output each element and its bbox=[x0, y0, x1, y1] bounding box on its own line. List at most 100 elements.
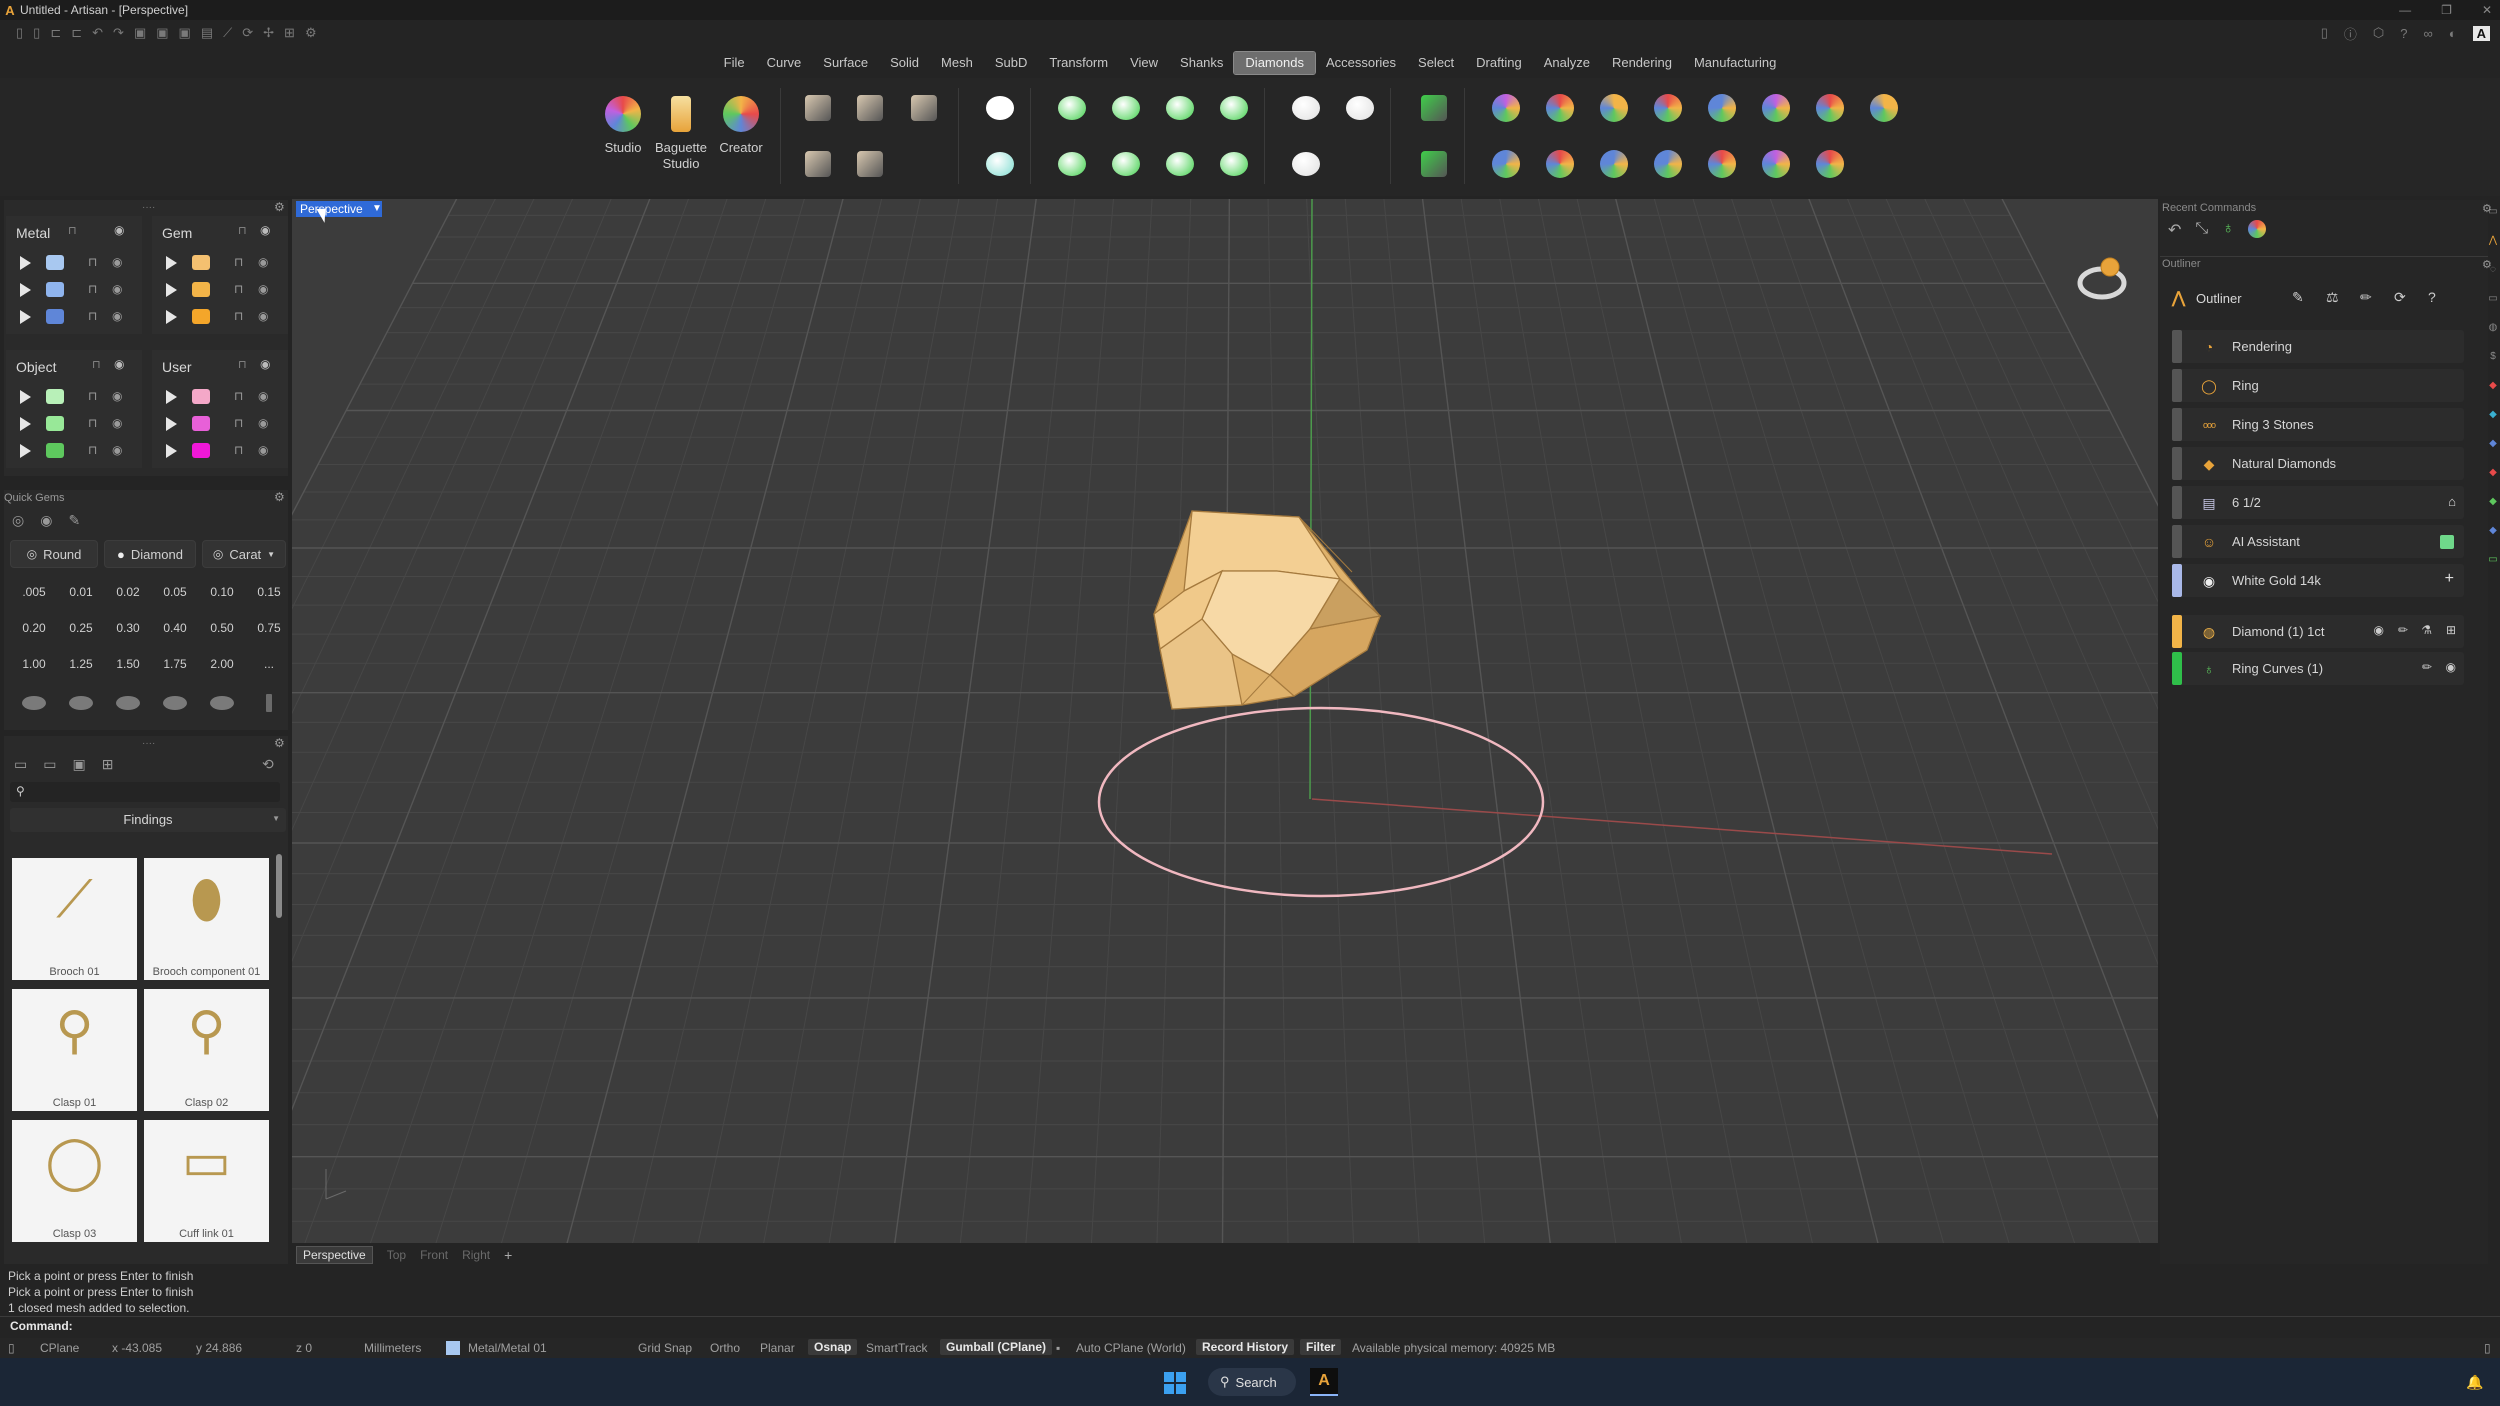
layer-row[interactable]: ⊓ ◉ bbox=[152, 277, 292, 304]
ribbon-tool-1-1-icon[interactable] bbox=[848, 142, 892, 186]
layers-icon[interactable]: ▤ bbox=[201, 25, 213, 41]
gumball-toggle[interactable]: Gumball (CPlane) bbox=[940, 1339, 1053, 1355]
carat-button[interactable]: 2.00 bbox=[202, 652, 242, 676]
save-icon[interactable]: ▣ bbox=[134, 25, 146, 41]
folder-add-icon[interactable]: ▭ bbox=[43, 756, 56, 773]
library-search-input[interactable]: ⚲ bbox=[10, 782, 280, 802]
side-tab-icon[interactable]: ⋀ bbox=[2489, 235, 2497, 246]
menu-file[interactable]: File bbox=[713, 52, 756, 74]
rotate-icon[interactable]: ⟳ bbox=[242, 25, 253, 41]
layer-visibility-icon[interactable]: ◉ bbox=[112, 416, 122, 430]
ring-size-icon[interactable]: ⌂ bbox=[2448, 494, 2456, 509]
layer-visibility-icon[interactable]: ◉ bbox=[112, 309, 122, 323]
ribbon-tool-3-1-icon[interactable] bbox=[978, 142, 1022, 186]
layer-visibility-icon[interactable]: ◉ bbox=[258, 309, 268, 323]
open-folder-icon[interactable]: ⊏ bbox=[71, 25, 82, 41]
layer-lock-icon[interactable]: ⊓ bbox=[88, 443, 97, 457]
template-icon[interactable]: ▯ bbox=[33, 25, 40, 41]
layer-row[interactable]: ⊓ ◉ bbox=[152, 250, 292, 277]
ortho-toggle[interactable]: Ortho bbox=[710, 1341, 740, 1355]
folder-icon[interactable]: ▭ bbox=[14, 756, 27, 773]
outliner-row[interactable]: ◉ White Gold 14k + bbox=[2172, 564, 2464, 597]
carat-button[interactable]: 0.01 bbox=[61, 580, 101, 604]
carat-button[interactable]: .005 bbox=[14, 580, 54, 604]
layer-color-swatch[interactable] bbox=[192, 309, 210, 324]
carat-button[interactable]: 0.15 bbox=[249, 580, 289, 604]
carat-button[interactable]: 1.25 bbox=[61, 652, 101, 676]
oval-tool-icon[interactable]: ◉ bbox=[40, 512, 52, 529]
panel-grip[interactable]: ···· bbox=[142, 738, 155, 749]
outliner-row[interactable]: ♁ Ring Curves (1) ◉ ✏ bbox=[2172, 652, 2464, 685]
menu-solid[interactable]: Solid bbox=[879, 52, 930, 74]
group-visibility-icon[interactable]: ◉ bbox=[114, 223, 124, 237]
refresh-icon[interactable]: ⟲ bbox=[262, 756, 274, 773]
menu-surface[interactable]: Surface bbox=[812, 52, 879, 74]
filter-toggle[interactable]: Filter bbox=[1300, 1339, 1342, 1355]
ribbon-tool-6-1-icon[interactable] bbox=[1158, 142, 1202, 186]
expand-arrow-icon[interactable] bbox=[166, 444, 177, 458]
close-button[interactable]: ✕ bbox=[2482, 3, 2492, 17]
taskbar-search[interactable]: ⚲ Search bbox=[1208, 1368, 1296, 1396]
layer-color-swatch[interactable] bbox=[46, 389, 64, 404]
library-item[interactable]: ◯ Clasp 03 bbox=[12, 1120, 137, 1242]
viewport-tab-right[interactable]: Right bbox=[462, 1248, 490, 1262]
side-tab-icon[interactable]: ◆ bbox=[2489, 409, 2497, 420]
menu-view[interactable]: View bbox=[1119, 52, 1169, 74]
expand-arrow-icon[interactable] bbox=[166, 310, 177, 324]
layer-visibility-icon[interactable]: ◉ bbox=[258, 282, 268, 296]
layer-color-swatch[interactable] bbox=[192, 255, 210, 270]
ribbon-tool-13-1-icon[interactable] bbox=[1592, 142, 1636, 186]
gem-shape-button[interactable]: ◎ Round bbox=[10, 540, 98, 568]
baguette-studio-button[interactable]: Baguette Studio bbox=[652, 84, 710, 184]
outliner-row[interactable]: ◯ Ring bbox=[2172, 369, 2464, 402]
layer-lock-icon[interactable]: ⊓ bbox=[234, 255, 243, 269]
library-settings-icon[interactable]: ⚙ bbox=[274, 736, 285, 750]
menu-rendering[interactable]: Rendering bbox=[1601, 52, 1683, 74]
record-history-toggle[interactable]: Record History bbox=[1196, 1339, 1295, 1355]
layer-visibility-icon[interactable]: ◉ bbox=[258, 416, 268, 430]
ribbon-tool-17-0-icon[interactable] bbox=[1808, 86, 1852, 130]
scale-icon[interactable]: ⚖ bbox=[2326, 289, 2339, 306]
ring-navigation-icon[interactable] bbox=[2077, 257, 2127, 300]
status-cplane[interactable]: CPlane bbox=[40, 1341, 79, 1355]
artisan-badge-icon[interactable]: A bbox=[2472, 25, 2490, 41]
gem-profile-button[interactable] bbox=[155, 690, 195, 716]
pick-icon[interactable]: ✎ bbox=[2292, 289, 2304, 306]
ribbon-tool-11-1-icon[interactable] bbox=[1484, 142, 1528, 186]
align-icon[interactable]: ⊞ bbox=[284, 25, 295, 41]
layer-lock-icon[interactable]: ⊓ bbox=[88, 389, 97, 403]
maximize-button[interactable]: ❐ bbox=[2441, 3, 2452, 17]
group-visibility-icon[interactable]: ◉ bbox=[114, 357, 124, 371]
expand-arrow-icon[interactable] bbox=[20, 444, 31, 458]
gem-profile-button[interactable] bbox=[249, 690, 289, 716]
layer-row[interactable]: ⊓ ◉ bbox=[152, 438, 292, 465]
side-tab-icon[interactable]: ◆ bbox=[2489, 496, 2497, 507]
gem-settings-icon[interactable]: ✏ bbox=[2398, 623, 2408, 637]
ribbon-tool-17-1-icon[interactable] bbox=[1808, 142, 1852, 186]
ribbon-tool-4-0-icon[interactable] bbox=[1050, 86, 1094, 130]
viewport-tab-perspective[interactable]: Perspective bbox=[296, 1246, 373, 1264]
outliner-row[interactable]: ◆ Natural Diamonds bbox=[2172, 447, 2464, 480]
pencil-icon[interactable]: ✏ bbox=[2360, 289, 2372, 306]
layer-row[interactable]: ⊓ ◉ bbox=[152, 411, 292, 438]
layer-lock-icon[interactable]: ⊓ bbox=[234, 282, 243, 296]
new-file-icon[interactable]: ▯ bbox=[16, 25, 23, 41]
redo-icon[interactable]: ↷ bbox=[113, 25, 124, 41]
gem-studio-recent-icon[interactable] bbox=[2248, 220, 2267, 238]
layer-color-swatch[interactable] bbox=[46, 255, 64, 270]
studio-button[interactable]: Studio bbox=[594, 84, 652, 184]
layers-settings-icon[interactable]: ⚙ bbox=[274, 200, 285, 214]
save-small-icon[interactable]: ▣ bbox=[179, 25, 191, 41]
layer-visibility-icon[interactable]: ◉ bbox=[258, 443, 268, 457]
ribbon-tool-5-1-icon[interactable] bbox=[1104, 142, 1148, 186]
ribbon-tool-6-0-icon[interactable] bbox=[1158, 86, 1202, 130]
group-visibility-icon[interactable]: ◉ bbox=[260, 223, 270, 237]
ring-curve-recent-icon[interactable]: ♁ bbox=[2222, 220, 2234, 240]
grid-icon[interactable]: ◉ bbox=[2374, 623, 2384, 637]
expand-arrow-icon[interactable] bbox=[166, 390, 177, 404]
carat-button[interactable]: 0.40 bbox=[155, 616, 195, 640]
carat-button[interactable]: 1.75 bbox=[155, 652, 195, 676]
viewport-perspective[interactable] bbox=[292, 199, 2158, 1243]
notification-icon[interactable]: 🔔 bbox=[2466, 1374, 2483, 1391]
menu-analyze[interactable]: Analyze bbox=[1533, 52, 1601, 74]
